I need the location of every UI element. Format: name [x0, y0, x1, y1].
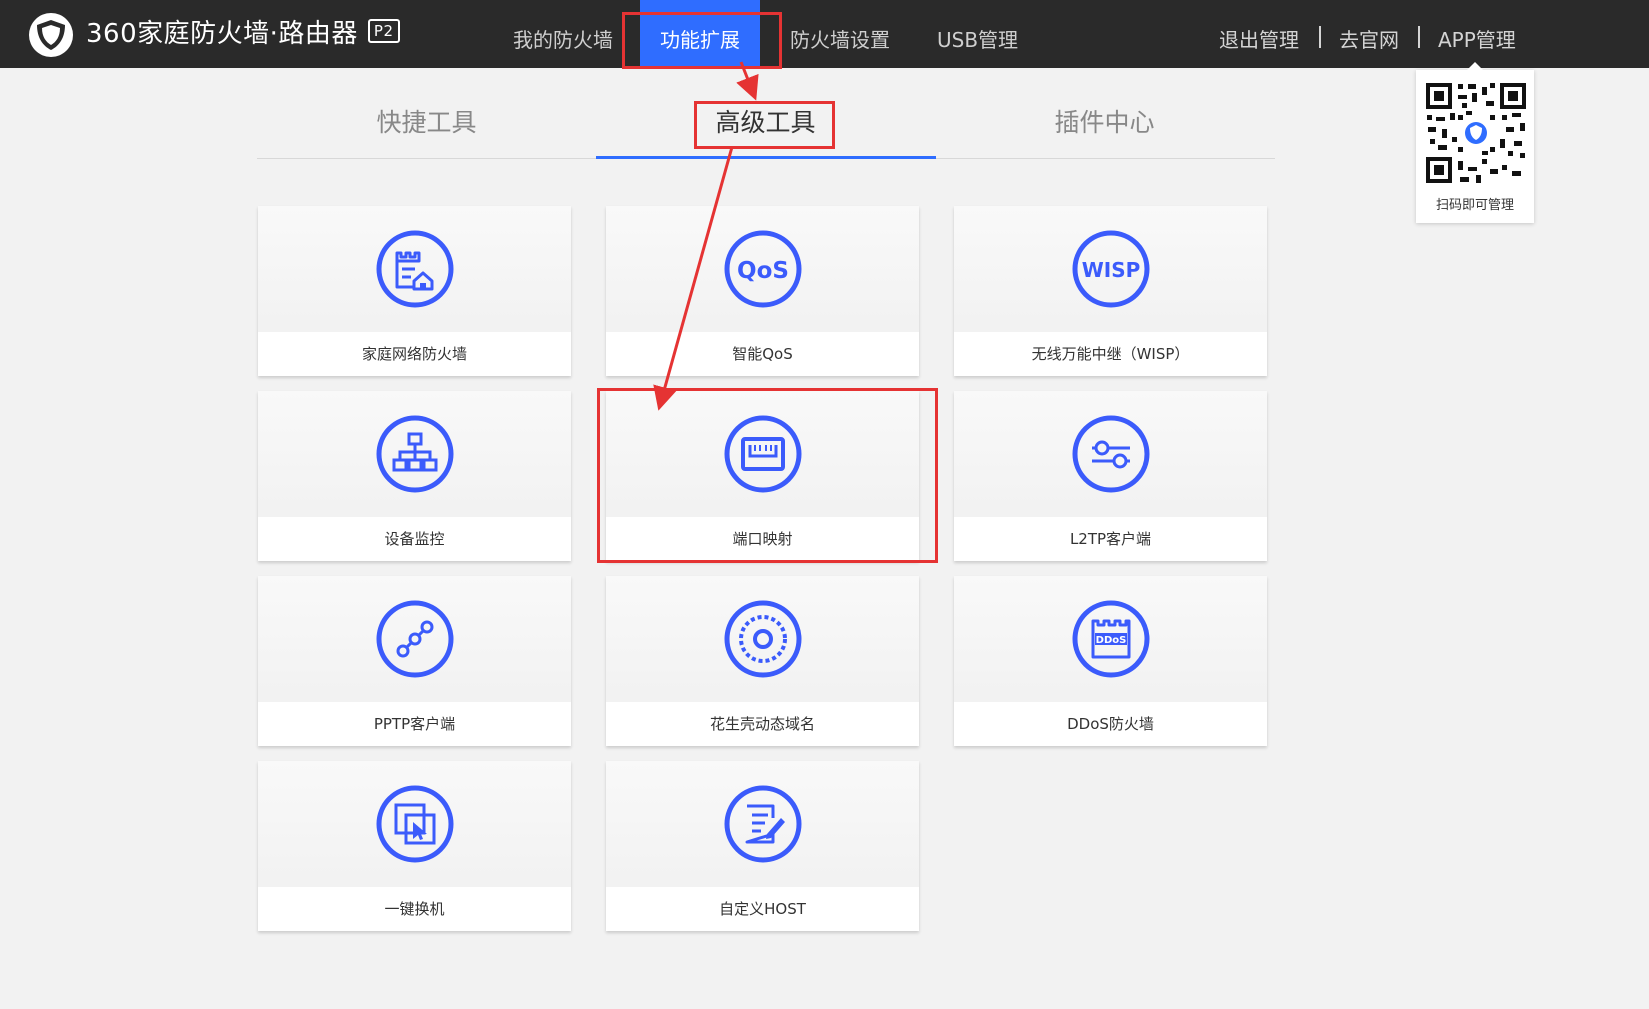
- port-mapping-icon: [724, 415, 802, 493]
- nav-usb-management[interactable]: USB管理: [937, 0, 1018, 68]
- nav-firewall-settings[interactable]: 防火墙设置: [790, 0, 890, 68]
- dynamic-dns-icon: [724, 600, 802, 678]
- tab-plugin-center[interactable]: 插件中心: [935, 96, 1274, 158]
- brand-title: 360家庭防火墙·路由器 P2: [86, 14, 400, 54]
- tool-card-qos[interactable]: QoS 智能QoS: [606, 206, 919, 376]
- ddos-icon-text: DDoS: [1096, 635, 1127, 646]
- tool-label: PPTP客户端: [258, 702, 571, 746]
- tool-card-dynamic-dns[interactable]: 花生壳动态域名: [606, 576, 919, 746]
- qos-icon: QoS: [724, 230, 802, 308]
- tool-label: 端口映射: [606, 517, 919, 561]
- tool-card-ddos-firewall[interactable]: DDoS DDoS防火墙: [954, 576, 1267, 746]
- model-badge: P2: [367, 19, 400, 43]
- tool-label: 智能QoS: [606, 332, 919, 376]
- home-firewall-icon: [376, 230, 454, 308]
- tool-card-home-firewall[interactable]: 家庭网络防火墙: [258, 206, 571, 376]
- l2tp-sliders-icon: [1072, 415, 1150, 493]
- qr-code-image: [1424, 81, 1528, 185]
- wisp-icon: WISP: [1072, 230, 1150, 308]
- tool-card-device-monitor[interactable]: 设备监控: [258, 391, 571, 561]
- tool-card-port-mapping[interactable]: 端口映射: [606, 391, 919, 561]
- logout-link[interactable]: 退出管理: [1219, 0, 1299, 68]
- pptp-link-icon: [376, 600, 454, 678]
- tool-label: 家庭网络防火墙: [258, 332, 571, 376]
- tool-card-one-key-switch[interactable]: 一键换机: [258, 761, 571, 931]
- tool-label: 无线万能中继（WISP）: [954, 332, 1267, 376]
- shield-logo-icon: [29, 13, 73, 57]
- one-key-switch-icon: [376, 785, 454, 863]
- device-monitor-icon: [376, 415, 454, 493]
- app-management-link[interactable]: APP管理: [1438, 0, 1516, 68]
- official-site-link[interactable]: 去官网: [1339, 0, 1399, 68]
- qr-caption: 扫码即可管理: [1435, 198, 1514, 213]
- nav-divider: [1418, 26, 1420, 48]
- tool-label: 自定义HOST: [606, 887, 919, 931]
- tool-card-wisp[interactable]: WISP 无线万能中继（WISP）: [954, 206, 1267, 376]
- nav-my-firewall[interactable]: 我的防火墙: [513, 0, 613, 68]
- tool-card-custom-host[interactable]: 自定义HOST: [606, 761, 919, 931]
- active-tab-indicator: [596, 156, 936, 159]
- tool-label: 一键换机: [258, 887, 571, 931]
- tool-label: L2TP客户端: [954, 517, 1267, 561]
- nav-divider: [1319, 26, 1321, 48]
- qos-icon-text: QoS: [737, 258, 789, 284]
- brand-name: 360家庭防火墙·路由器: [86, 19, 358, 49]
- tool-card-l2tp[interactable]: L2TP客户端: [954, 391, 1267, 561]
- tool-tabs: 快捷工具 高级工具 插件中心: [257, 96, 1275, 159]
- tool-label: DDoS防火墙: [954, 702, 1267, 746]
- tool-label: 花生壳动态域名: [606, 702, 919, 746]
- tool-label: 设备监控: [258, 517, 571, 561]
- nav-feature-extension[interactable]: 功能扩展: [640, 0, 760, 68]
- ddos-firewall-icon: DDoS: [1072, 600, 1150, 678]
- tab-quick-tools[interactable]: 快捷工具: [257, 96, 596, 158]
- top-nav-bar: 360家庭防火墙·路由器 P2 我的防火墙 功能扩展 防火墙设置 USB管理 退出…: [0, 0, 1649, 68]
- tool-card-pptp[interactable]: PPTP客户端: [258, 576, 571, 746]
- wisp-icon-text: WISP: [1082, 258, 1141, 282]
- tab-advanced-tools[interactable]: 高级工具: [596, 96, 935, 158]
- qr-popup: 扫码即可管理: [1416, 62, 1534, 223]
- custom-host-icon: [724, 785, 802, 863]
